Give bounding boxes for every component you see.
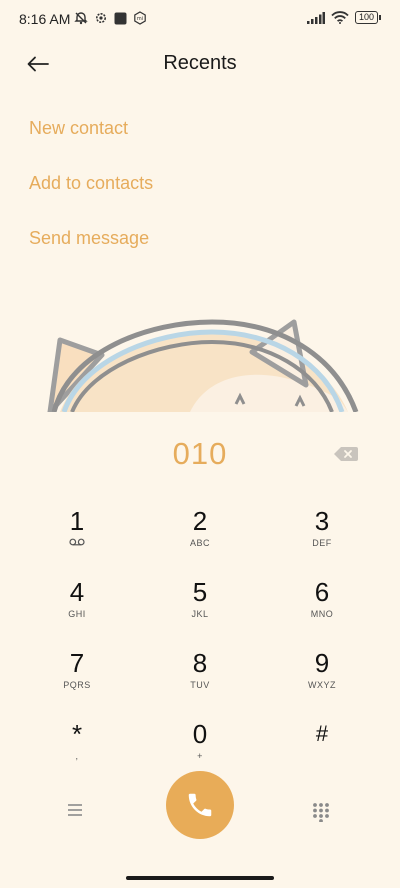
key-letters: , xyxy=(75,751,79,761)
home-indicator[interactable] xyxy=(126,876,274,880)
backspace-button[interactable] xyxy=(333,445,359,463)
key-star[interactable]: * , xyxy=(22,718,132,780)
key-8[interactable]: 8 TUV xyxy=(145,647,255,709)
voicemail-icon xyxy=(69,538,85,546)
mi-logo-icon: mi xyxy=(134,11,146,25)
key-3[interactable]: 3 DEF xyxy=(267,505,377,567)
menu-button[interactable] xyxy=(66,803,90,823)
key-digit: 0 xyxy=(192,719,208,749)
settings-gear-icon xyxy=(96,13,106,23)
dialpad-icon xyxy=(313,803,329,823)
app-header: Recents xyxy=(0,40,400,88)
key-letters: DEF xyxy=(312,538,332,548)
key-digit: 8 xyxy=(192,648,208,678)
wifi-icon xyxy=(331,11,349,24)
menu-icon xyxy=(68,804,82,816)
key-digit: 1 xyxy=(69,506,85,536)
key-2[interactable]: 2 ABC xyxy=(145,505,255,567)
key-4[interactable]: 4 GHI xyxy=(22,576,132,638)
call-button[interactable] xyxy=(166,771,234,839)
key-7[interactable]: 7 PQRS xyxy=(22,647,132,709)
character-illustration xyxy=(40,300,370,412)
status-time: 8:16 AM xyxy=(19,11,71,27)
key-digit: 9 xyxy=(314,648,330,678)
phone-icon xyxy=(188,793,212,817)
key-hash[interactable]: # xyxy=(267,718,377,780)
signal-icon xyxy=(306,11,325,24)
key-letters: JKL xyxy=(191,609,209,619)
key-letters: MNO xyxy=(310,609,334,619)
key-9[interactable]: 9 WXYZ xyxy=(267,647,377,709)
add-to-contacts-link[interactable]: Add to contacts xyxy=(29,173,153,194)
key-letters: ABC xyxy=(189,538,210,548)
key-letters: WXYZ xyxy=(308,680,336,690)
keypad-toggle-button[interactable] xyxy=(312,802,334,824)
key-letters: + xyxy=(197,751,203,761)
send-message-link[interactable]: Send message xyxy=(29,228,149,249)
mute-alarm-icon xyxy=(74,12,88,25)
key-digit: 7 xyxy=(69,648,85,678)
key-letters: PQRS xyxy=(63,680,91,690)
key-6[interactable]: 6 MNO xyxy=(267,576,377,638)
backspace-icon xyxy=(334,447,358,461)
key-letters xyxy=(267,750,377,764)
key-digit: # xyxy=(315,721,329,746)
key-digit: 6 xyxy=(314,577,330,607)
key-5[interactable]: 5 JKL xyxy=(145,576,255,638)
key-1[interactable]: 1 xyxy=(22,505,132,567)
key-digit: 3 xyxy=(314,506,330,536)
svg-text:mi: mi xyxy=(137,16,143,22)
status-bar: 8:16 AM mi 100 xyxy=(0,0,400,38)
new-contact-link[interactable]: New contact xyxy=(29,118,128,139)
key-digit: * xyxy=(71,719,83,749)
app-square-icon xyxy=(114,12,127,24)
key-letters: GHI xyxy=(68,609,86,619)
status-notification-icons: mi xyxy=(74,11,147,25)
key-digit: 4 xyxy=(69,577,85,607)
key-digit: 2 xyxy=(192,506,208,536)
key-letters: TUV xyxy=(190,680,210,690)
battery-indicator: 100 xyxy=(354,11,382,24)
page-title: Recents xyxy=(163,52,237,74)
voicemail-label xyxy=(22,537,132,551)
status-system-icons: 100 xyxy=(306,11,382,24)
key-digit: 5 xyxy=(192,577,208,607)
